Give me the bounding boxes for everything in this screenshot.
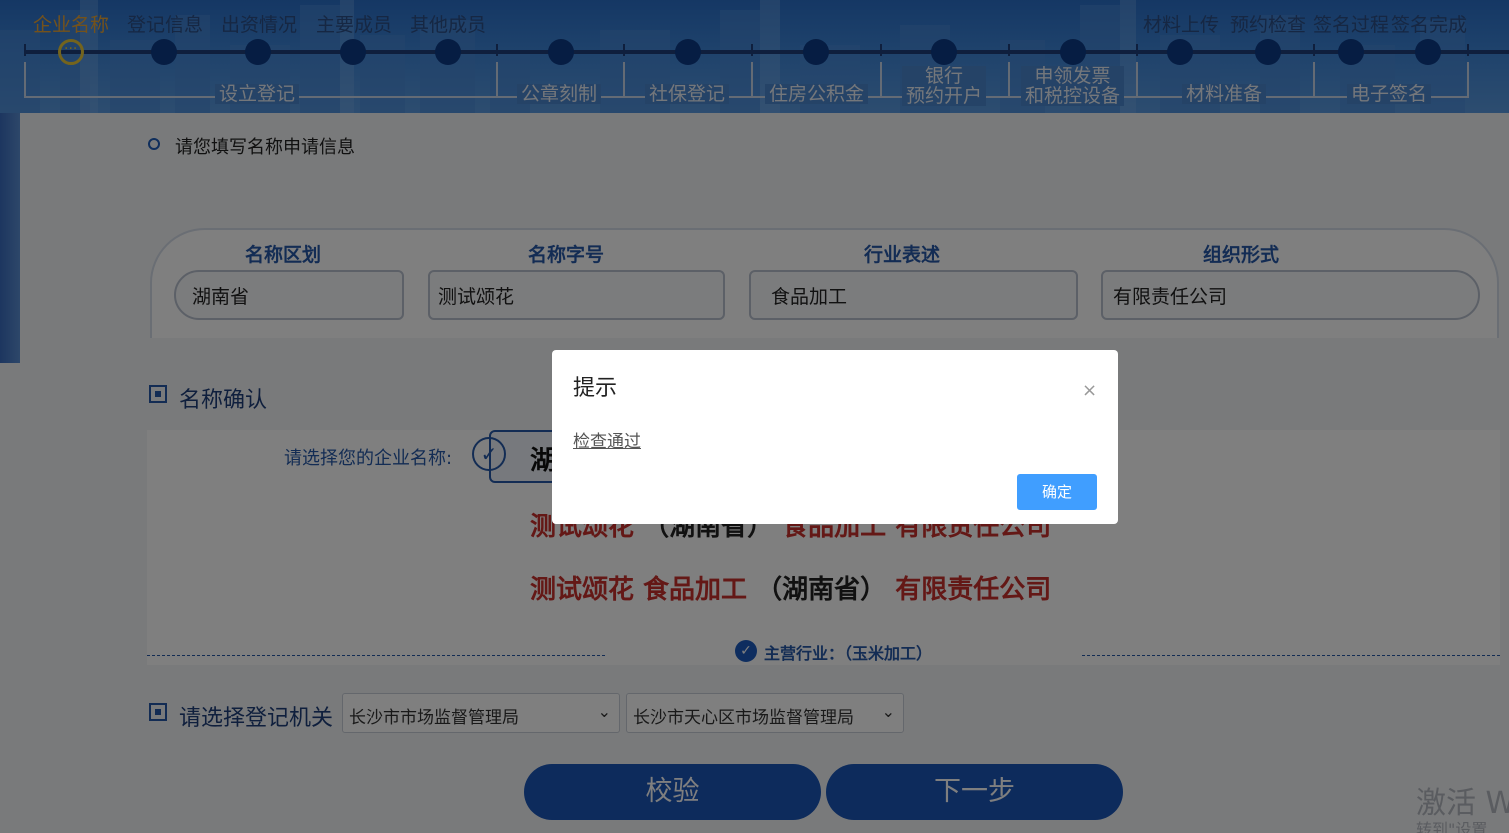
alert-dialog: 提示 × 检查通过 确定: [552, 350, 1118, 524]
dialog-title: 提示: [573, 376, 618, 401]
dialog-message: 检查通过: [573, 432, 641, 452]
confirm-button[interactable]: 确定: [1017, 474, 1097, 510]
close-icon[interactable]: ×: [1082, 380, 1097, 401]
